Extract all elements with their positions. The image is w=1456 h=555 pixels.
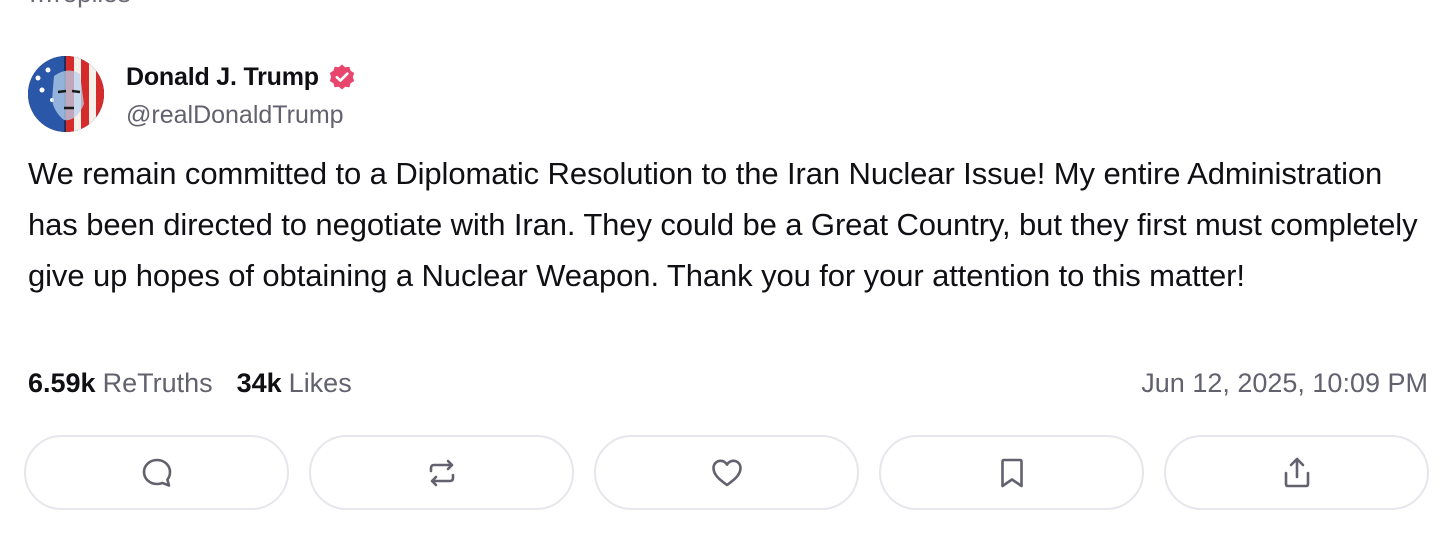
name-row: Donald J. Trump — [126, 60, 356, 94]
like-button[interactable] — [594, 435, 859, 510]
share-button[interactable] — [1164, 435, 1429, 510]
post-body-text: We remain committed to a Diplomatic Reso… — [28, 156, 1418, 293]
author-info: Donald J. Trump @realDonaldTrump — [126, 60, 356, 130]
post-header: Donald J. Trump @realDonaldTrump — [28, 56, 356, 132]
truncated-header-text: …replies — [28, 0, 131, 9]
action-bar — [24, 435, 1429, 510]
avatar[interactable] — [28, 56, 104, 132]
bookmark-button[interactable] — [879, 435, 1144, 510]
post-timestamp: Jun 12, 2025, 10:09 PM — [1141, 368, 1428, 398]
retruths-count[interactable]: 6.59k — [28, 368, 96, 399]
retruth-button[interactable] — [309, 435, 574, 510]
likes-count[interactable]: 34k — [237, 368, 282, 399]
heart-icon — [711, 459, 742, 486]
bookmark-icon — [1000, 458, 1023, 487]
comment-icon — [142, 458, 171, 487]
reply-button[interactable] — [24, 435, 289, 510]
share-icon — [1284, 457, 1309, 487]
post-stats: 6.59k ReTruths 34k Likes — [28, 368, 352, 399]
likes-label[interactable]: Likes — [289, 368, 352, 399]
retruths-label[interactable]: ReTruths — [103, 368, 213, 399]
verified-badge-icon — [328, 63, 356, 91]
avatar-image — [28, 56, 104, 132]
repost-icon — [429, 459, 454, 486]
author-name[interactable]: Donald J. Trump — [126, 63, 319, 92]
author-handle[interactable]: @realDonaldTrump — [126, 101, 356, 130]
